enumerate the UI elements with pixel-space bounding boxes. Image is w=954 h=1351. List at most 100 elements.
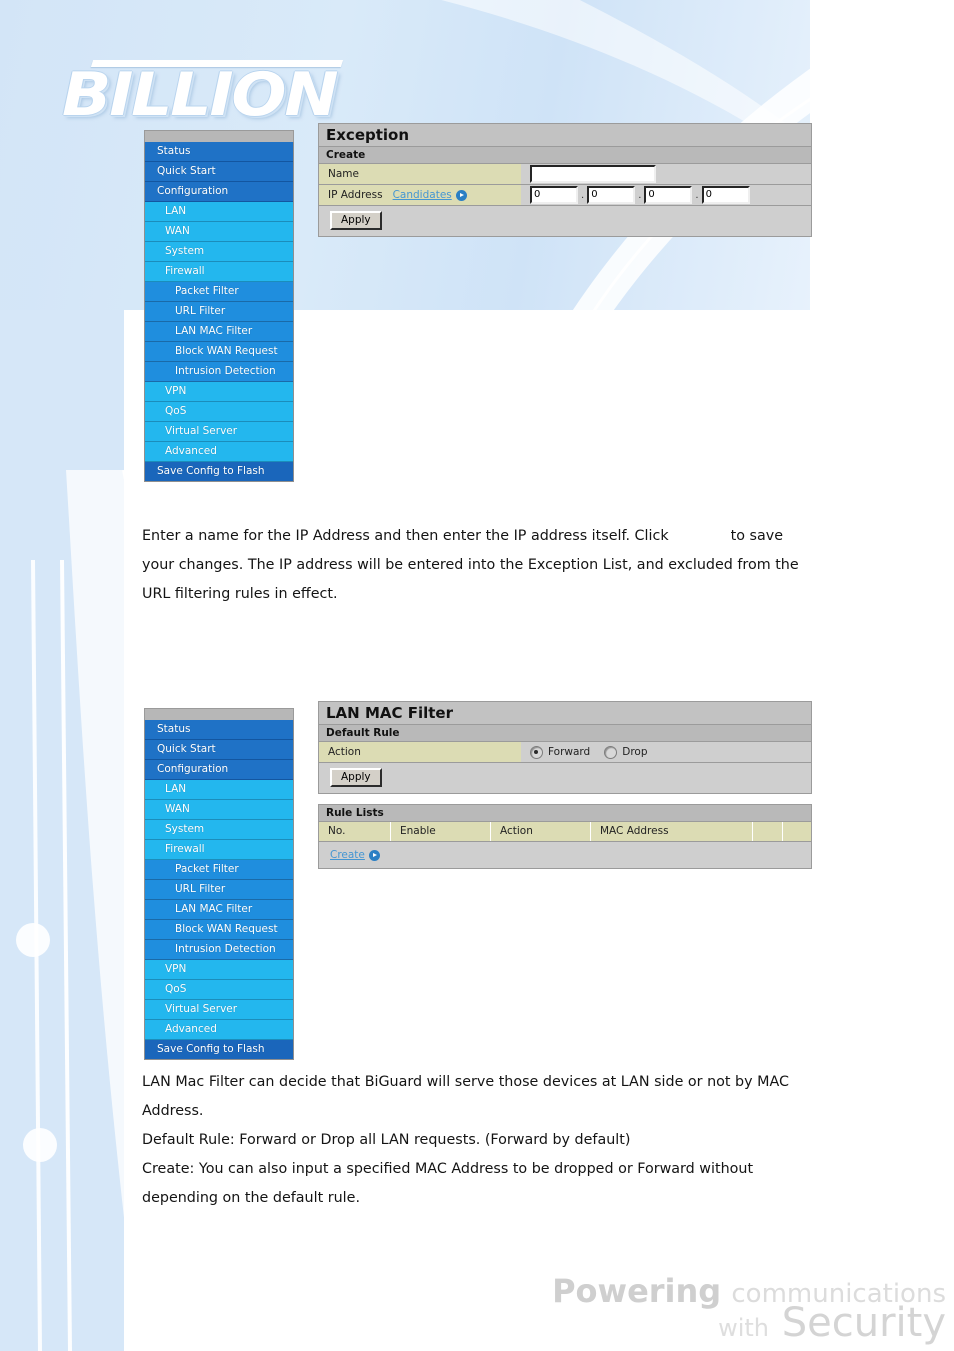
sidebar-item-block-wan-request[interactable]: Block WAN Request	[145, 342, 293, 362]
ip-separator-dot-3: .	[695, 189, 699, 201]
ip-octets-cell: . . .	[521, 185, 811, 205]
sidebar-item-lan-mac-filter[interactable]: LAN MAC Filter	[145, 900, 293, 920]
action-label: Action	[319, 742, 521, 762]
logo-wordmark: BILLION	[62, 60, 339, 130]
lan-mac-description-text: LAN Mac Filter can decide that BiGuard w…	[142, 1068, 814, 1213]
radio-forward-label: Forward	[548, 746, 591, 758]
sidebar-item-configuration[interactable]: Configuration	[145, 760, 293, 780]
ip-address-label: IP Address	[328, 189, 383, 201]
radio-drop-icon[interactable]	[604, 745, 618, 759]
router-sidebar-menu-2[interactable]: Status Quick Start Configuration LAN WAN Syst…	[144, 708, 294, 1060]
name-label: Name	[319, 164, 521, 184]
sidebar-item-save-config-to-flash[interactable]: Save Config to Flash	[145, 1040, 293, 1059]
ip-separator-dot-1: .	[581, 189, 585, 201]
default-rule-button-row: Apply	[318, 763, 812, 794]
sidebar-item-lan-mac-filter[interactable]: LAN MAC Filter	[145, 322, 293, 342]
sidebar-item-intrusion-detection[interactable]: Intrusion Detection	[145, 940, 293, 960]
exception-para-before: Enter a name for the IP Address and then…	[142, 528, 669, 544]
sidebar-item-packet-filter[interactable]: Packet Filter	[145, 282, 293, 302]
exception-name-input[interactable]	[530, 165, 656, 183]
sidebar-item-block-wan-request[interactable]: Block WAN Request	[145, 920, 293, 940]
create-rule-link[interactable]: Create	[330, 849, 365, 861]
sidebar-item-url-filter[interactable]: URL Filter	[145, 880, 293, 900]
exception-panel: Exception Create Name IP Address Candida…	[318, 123, 812, 237]
sidebar-item-vpn[interactable]: VPN	[145, 382, 293, 402]
billion-logo: BILLION	[62, 52, 362, 130]
exception-create-section-header: Create	[318, 147, 812, 164]
exception-button-row: Apply	[318, 206, 812, 237]
name-value-cell	[521, 164, 811, 184]
sidebar-item-intrusion-detection[interactable]: Intrusion Detection	[145, 362, 293, 382]
sidebar-header-strip	[144, 708, 294, 720]
sidebar-item-lan[interactable]: LAN	[145, 780, 293, 800]
action-options-cell: Forward Drop	[521, 742, 811, 762]
footer-with: with	[718, 1314, 770, 1342]
column-header-action: Action	[491, 822, 591, 841]
lan-mac-para-3: Create: You can also input a specified M…	[142, 1161, 754, 1206]
candidates-link[interactable]: Candidates	[393, 189, 452, 201]
sidebar-item-system[interactable]: System	[145, 820, 293, 840]
lan-mac-filter-panel: LAN MAC Filter Default Rule Action Forwa…	[318, 701, 812, 869]
sidebar-item-virtual-server[interactable]: Virtual Server	[145, 422, 293, 442]
footer-tagline: Powering communications with Security	[552, 1275, 946, 1343]
lan-mac-page-title: LAN MAC Filter	[318, 701, 812, 725]
radio-forward-icon[interactable]	[530, 745, 543, 759]
sidebar-item-quick-start[interactable]: Quick Start	[145, 162, 293, 182]
sidebar-item-vpn[interactable]: VPN	[145, 960, 293, 980]
arrow-right-circle-icon[interactable]	[368, 849, 380, 861]
router-sidebar-menu-1[interactable]: Status Quick Start Configuration LAN WAN Syst…	[144, 130, 294, 482]
ip-octet-3[interactable]	[644, 186, 693, 204]
sidebar-menu-list[interactable]: Status Quick Start Configuration LAN WAN Syst…	[144, 720, 294, 1060]
default-rule-section-header: Default Rule	[318, 725, 812, 742]
default-rule-action-row: Action Forward Drop	[318, 742, 812, 763]
exception-page-title: Exception	[318, 123, 812, 147]
radio-drop-label: Drop	[622, 746, 648, 758]
radio-option-forward[interactable]: Forward	[530, 745, 591, 759]
sidebar-header-strip	[144, 130, 294, 142]
exception-paragraph: Enter a name for the IP Address and then…	[142, 522, 814, 609]
column-header-mac-address: MAC Address	[591, 822, 753, 841]
sidebar-item-configuration[interactable]: Configuration	[145, 182, 293, 202]
sidebar-item-wan[interactable]: WAN	[145, 222, 293, 242]
sidebar-item-wan[interactable]: WAN	[145, 800, 293, 820]
lan-mac-apply-button[interactable]: Apply	[330, 768, 382, 787]
column-header-blank-2	[783, 822, 811, 841]
sidebar-item-qos[interactable]: QoS	[145, 980, 293, 1000]
lan-mac-para-1: LAN Mac Filter can decide that BiGuard w…	[142, 1074, 789, 1119]
sidebar-item-system[interactable]: System	[145, 242, 293, 262]
ip-octet-1[interactable]	[530, 186, 578, 204]
ip-address-label-cell: IP Address Candidates	[319, 185, 521, 205]
sidebar-item-save-config-to-flash[interactable]: Save Config to Flash	[145, 462, 293, 481]
sidebar-item-firewall[interactable]: Firewall	[145, 262, 293, 282]
lan-mac-para-2: Default Rule: Forward or Drop all LAN re…	[142, 1132, 631, 1148]
sidebar-item-lan[interactable]: LAN	[145, 202, 293, 222]
sidebar-item-packet-filter[interactable]: Packet Filter	[145, 860, 293, 880]
sidebar-item-status[interactable]: Status	[145, 142, 293, 162]
footer-security: Security	[781, 1300, 946, 1346]
exception-apply-button[interactable]: Apply	[330, 211, 382, 230]
sidebar-item-quick-start[interactable]: Quick Start	[145, 740, 293, 760]
ip-octet-2[interactable]	[587, 186, 636, 204]
rule-lists-table-header: No. Enable Action MAC Address	[318, 822, 812, 842]
exception-ip-row: IP Address Candidates . . .	[318, 185, 812, 206]
sidebar-item-status[interactable]: Status	[145, 720, 293, 740]
arrow-right-circle-icon[interactable]	[455, 189, 467, 201]
sidebar-item-advanced[interactable]: Advanced	[145, 1020, 293, 1040]
ip-octet-4[interactable]	[701, 186, 750, 204]
sidebar-item-virtual-server[interactable]: Virtual Server	[145, 1000, 293, 1020]
column-header-no: No.	[319, 822, 391, 841]
rule-lists-create-row: Create	[318, 842, 812, 869]
sidebar-item-advanced[interactable]: Advanced	[145, 442, 293, 462]
ip-separator-dot-2: .	[638, 189, 642, 201]
exception-name-row: Name	[318, 164, 812, 185]
column-header-enable: Enable	[391, 822, 491, 841]
radio-option-drop[interactable]: Drop	[604, 745, 648, 759]
panel-spacer	[318, 794, 812, 804]
sidebar-item-firewall[interactable]: Firewall	[145, 840, 293, 860]
sidebar-item-url-filter[interactable]: URL Filter	[145, 302, 293, 322]
sidebar-menu-list[interactable]: Status Quick Start Configuration LAN WAN Syst…	[144, 142, 294, 482]
footer-powering: Powering	[552, 1272, 722, 1310]
rule-lists-section-header: Rule Lists	[318, 804, 812, 822]
sidebar-item-qos[interactable]: QoS	[145, 402, 293, 422]
exception-description-text: Enter a name for the IP Address and then…	[142, 522, 814, 609]
